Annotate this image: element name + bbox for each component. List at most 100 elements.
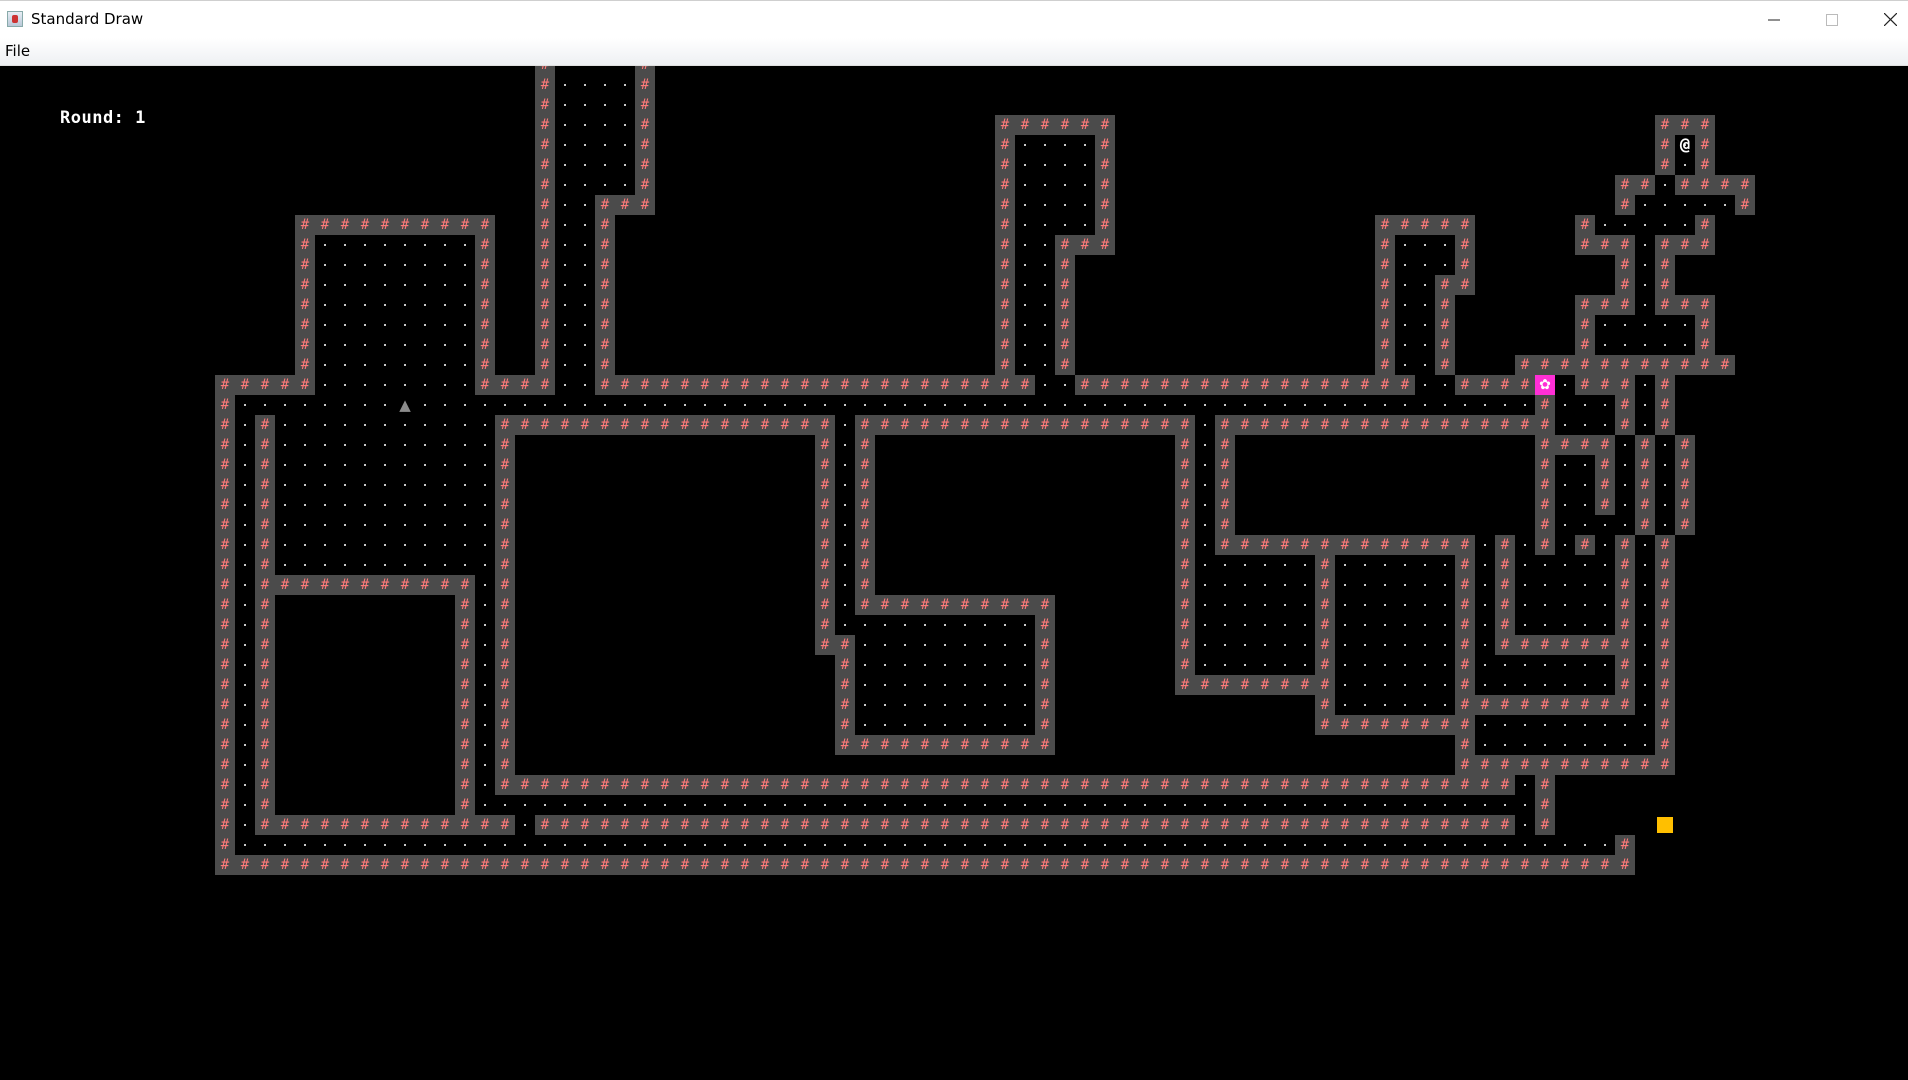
floor-tile — [475, 515, 495, 535]
floor-tile — [1435, 615, 1455, 635]
floor-tile — [295, 415, 315, 435]
wall-tile: # — [1035, 655, 1055, 675]
wall-tile: # — [535, 815, 555, 835]
floor-tile — [1355, 615, 1375, 635]
wall-tile: # — [295, 235, 315, 255]
floor-tile — [555, 295, 575, 315]
floor-tile — [1195, 555, 1215, 575]
wall-tile: # — [1455, 555, 1475, 575]
floor-tile — [955, 795, 975, 815]
wall-tile: # — [1615, 555, 1635, 575]
wall-tile: # — [475, 355, 495, 375]
floor-tile — [1195, 635, 1215, 655]
wall-tile: # — [655, 775, 675, 795]
floor-tile — [1155, 395, 1175, 415]
floor-tile — [1395, 275, 1415, 295]
wall-tile: # — [295, 315, 315, 335]
wall-tile: # — [1695, 235, 1715, 255]
floor-tile — [1195, 455, 1215, 475]
minimize-button[interactable] — [1745, 1, 1802, 38]
wall-tile: # — [1515, 415, 1535, 435]
wall-tile: # — [955, 815, 975, 835]
floor-tile — [615, 395, 635, 415]
floor-tile — [1375, 395, 1395, 415]
floor-tile — [235, 655, 255, 675]
floor-tile — [355, 375, 375, 395]
wall-tile: # — [1195, 675, 1215, 695]
floor-tile — [995, 695, 1015, 715]
wall-tile: # — [295, 295, 315, 315]
wall-tile: # — [255, 755, 275, 775]
floor-tile — [455, 275, 475, 295]
wall-tile: # — [935, 775, 955, 795]
maximize-button[interactable] — [1803, 1, 1860, 38]
wall-tile: # — [1175, 675, 1195, 695]
floor-tile — [715, 835, 735, 855]
floor-tile — [995, 715, 1015, 735]
floor-tile — [1575, 555, 1595, 575]
wall-tile: # — [535, 375, 555, 395]
wall-tile: # — [535, 115, 555, 135]
wall-tile: # — [1215, 515, 1235, 535]
game-canvas[interactable]: Round: 1 # # # # # # # # # # # # # # # # # # # # # # # # # # # # # # #… — [0, 66, 1908, 1080]
floor-tile — [1535, 715, 1555, 735]
wall-tile: # — [995, 215, 1015, 235]
wall-tile: # — [795, 855, 815, 875]
floor-tile — [1375, 595, 1395, 615]
wall-tile: # — [495, 735, 515, 755]
floor-tile — [895, 615, 915, 635]
wall-tile: # — [475, 315, 495, 335]
floor-tile — [455, 355, 475, 375]
wall-tile: # — [715, 855, 735, 875]
floor-tile — [1555, 655, 1575, 675]
floor-tile — [475, 555, 495, 575]
wall-tile: # — [1595, 635, 1615, 655]
wall-tile: # — [1015, 815, 1035, 835]
wall-tile: # — [815, 435, 835, 455]
wall-tile: # — [1435, 415, 1455, 435]
floor-tile — [375, 255, 395, 275]
wall-tile: # — [1615, 695, 1635, 715]
floor-tile — [575, 215, 595, 235]
floor-tile — [735, 835, 755, 855]
floor-tile — [315, 335, 335, 355]
floor-tile — [1615, 495, 1635, 515]
floor-tile — [375, 315, 395, 335]
wall-tile: # — [1175, 635, 1195, 655]
wall-tile: # — [1575, 435, 1595, 455]
floor-tile — [835, 795, 855, 815]
wall-tile: # — [475, 275, 495, 295]
wall-tile: # — [1055, 415, 1075, 435]
floor-tile — [955, 655, 975, 675]
wall-tile: # — [1175, 535, 1195, 555]
wall-tile: # — [215, 655, 235, 675]
wall-tile: # — [1195, 775, 1215, 795]
floor-tile — [415, 835, 435, 855]
floor-tile — [855, 715, 875, 735]
menu-file[interactable]: File — [5, 42, 30, 60]
wall-tile: # — [1475, 855, 1495, 875]
floor-tile — [1335, 635, 1355, 655]
wall-tile: # — [1455, 755, 1475, 775]
close-button[interactable] — [1862, 1, 1908, 38]
floor-tile — [1535, 575, 1555, 595]
wall-tile: # — [1215, 775, 1235, 795]
wall-tile: # — [1535, 795, 1555, 815]
wall-tile: # — [775, 375, 795, 395]
wall-tile: # — [855, 595, 875, 615]
floor-tile — [1635, 335, 1655, 355]
floor-tile — [1195, 475, 1215, 495]
floor-tile — [1235, 795, 1255, 815]
wall-tile: # — [1575, 235, 1595, 255]
floor-tile — [935, 835, 955, 855]
wall-tile: # — [375, 815, 395, 835]
floor-tile — [955, 835, 975, 855]
wall-tile: # — [495, 375, 515, 395]
wall-tile: # — [255, 695, 275, 715]
wall-tile: # — [535, 295, 555, 315]
wall-tile: # — [1175, 855, 1195, 875]
floor-tile — [255, 395, 275, 415]
floor-tile — [1295, 395, 1315, 415]
floor-tile — [1395, 675, 1415, 695]
floor-tile — [895, 675, 915, 695]
